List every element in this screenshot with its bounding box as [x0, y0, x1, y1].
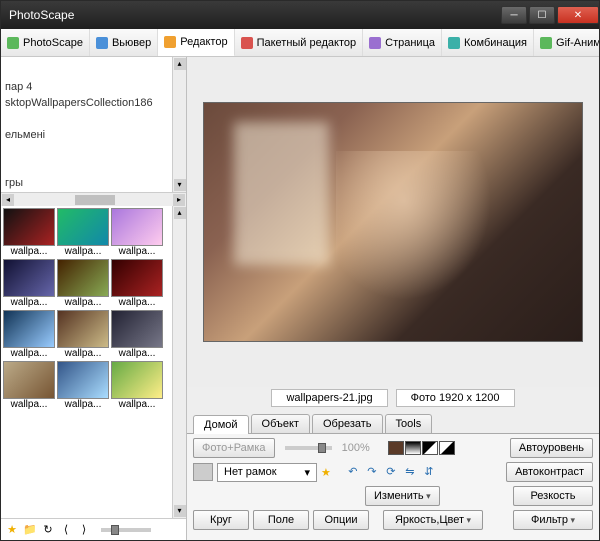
filter-button[interactable]: Фильтр: [513, 510, 593, 530]
field-button[interactable]: Поле: [253, 510, 309, 530]
swatch-contrast[interactable]: [422, 441, 438, 455]
thumbnail[interactable]: wallpa...: [111, 361, 163, 410]
swatch-invert[interactable]: [439, 441, 455, 455]
thumbnail[interactable]: wallpa...: [57, 208, 109, 257]
tree-item[interactable]: sktopWallpapersCollection186: [5, 95, 182, 111]
subtab-home[interactable]: Домой: [193, 415, 249, 434]
folder-icon[interactable]: 📁: [23, 523, 37, 537]
tree-item[interactable]: гры: [5, 175, 182, 191]
hscroll-thumb[interactable]: [75, 195, 115, 205]
sidebar: пар 4 sktopWallpapersCollection186 ельме…: [1, 57, 187, 540]
favorite-icon[interactable]: ★: [321, 466, 331, 479]
rotate-icon[interactable]: ⟳: [383, 465, 399, 479]
thumbnail[interactable]: wallpa...: [111, 208, 163, 257]
combine-icon: [448, 37, 460, 49]
transform-icons: ↶ ↷ ⟳ ⇋ ⇵: [345, 465, 437, 479]
photo-preview: [203, 102, 583, 342]
tab-editor[interactable]: Редактор: [158, 29, 234, 57]
tab-photoscape[interactable]: PhotoScape: [1, 29, 90, 56]
next-icon[interactable]: ⟩: [77, 523, 91, 537]
frame-select[interactable]: Нет рамок▾: [217, 463, 317, 482]
thumbnail[interactable]: wallpa...: [57, 361, 109, 410]
canvas[interactable]: [187, 57, 599, 387]
opacity-value: 100%: [342, 442, 370, 454]
tab-viewer[interactable]: Вьювер: [90, 29, 158, 56]
chevron-down-icon: ▾: [304, 466, 310, 479]
titlebar: PhotoScape ─ ☐ ✕: [1, 1, 599, 29]
main-tabbar: PhotoScape Вьювер Редактор Пакетный реда…: [1, 29, 599, 57]
resize-button[interactable]: Изменить: [365, 486, 440, 506]
sharpen-button[interactable]: Резкость: [513, 486, 593, 506]
viewer-icon: [96, 37, 108, 49]
preset-swatches: [388, 441, 455, 455]
main-area: wallpapers-21.jpg Фото 1920 x 1200 Домой…: [187, 57, 599, 540]
star-icon[interactable]: ★: [5, 523, 19, 537]
close-button[interactable]: ✕: [557, 6, 599, 24]
file-info-row: wallpapers-21.jpg Фото 1920 x 1200: [187, 387, 599, 409]
thumbnail[interactable]: wallpa...: [57, 310, 109, 359]
maximize-button[interactable]: ☐: [529, 6, 555, 24]
filename-label: wallpapers-21.jpg: [271, 389, 387, 407]
thumbnail[interactable]: wallpa...: [111, 259, 163, 308]
page-icon: [369, 37, 381, 49]
thumb-size-slider[interactable]: [101, 528, 151, 532]
scroll-up-icon[interactable]: ▴: [174, 58, 186, 70]
flip-v-icon[interactable]: ⇵: [421, 465, 437, 479]
swatch-bw[interactable]: [405, 441, 421, 455]
subtab-tools[interactable]: Tools: [385, 414, 433, 433]
swatch-sepia[interactable]: [388, 441, 404, 455]
options-button[interactable]: Опции: [313, 510, 369, 530]
scroll-right-icon[interactable]: ▸: [173, 194, 185, 206]
tree-vscroll[interactable]: ▴ ▾: [172, 57, 186, 192]
dimensions-label: Фото 1920 x 1200: [396, 389, 515, 407]
scroll-left-icon[interactable]: ◂: [2, 194, 14, 206]
batch-icon: [241, 37, 253, 49]
frame-preview: [193, 463, 213, 481]
thumbnail[interactable]: wallpa...: [57, 259, 109, 308]
brightness-color-button[interactable]: Яркость,Цвет: [383, 510, 483, 530]
tab-gif[interactable]: Gif-Анимация: [534, 29, 599, 56]
sidebar-toolbar: ★ 📁 ↻ ⟨ ⟩: [1, 518, 186, 540]
refresh-icon[interactable]: ↻: [41, 523, 55, 537]
circle-button[interactable]: Круг: [193, 510, 249, 530]
thumbs-vscroll[interactable]: ▴ ▾: [172, 206, 186, 518]
thumbnail[interactable]: wallpa...: [3, 259, 55, 308]
folder-tree[interactable]: пар 4 sktopWallpapersCollection186 ельме…: [1, 57, 186, 192]
editor-subtabs: Домой Объект Обрезать Tools: [187, 409, 599, 433]
minimize-button[interactable]: ─: [501, 6, 527, 24]
tab-page[interactable]: Страница: [363, 29, 442, 56]
autolevel-button[interactable]: Автоуровень: [510, 438, 593, 458]
editor-icon: [164, 36, 176, 48]
prev-icon[interactable]: ⟨: [59, 523, 73, 537]
subtab-crop[interactable]: Обрезать: [312, 414, 383, 433]
tree-item[interactable]: пар 4: [5, 79, 182, 95]
thumbnail[interactable]: wallpa...: [3, 310, 55, 359]
flip-h-icon[interactable]: ⇋: [402, 465, 418, 479]
rotate-cw-icon[interactable]: ↷: [364, 465, 380, 479]
tab-batch[interactable]: Пакетный редактор: [235, 29, 364, 56]
scroll-down-icon[interactable]: ▾: [174, 179, 186, 191]
tree-item[interactable]: ельмені: [5, 127, 182, 143]
scroll-up-icon[interactable]: ▴: [174, 207, 186, 219]
tab-combine[interactable]: Комбинация: [442, 29, 534, 56]
thumbnail[interactable]: wallpa...: [3, 361, 55, 410]
photo-frame-button[interactable]: Фото+Рамка: [193, 438, 275, 458]
opacity-slider[interactable]: [285, 446, 332, 450]
editor-panel: Фото+Рамка 100% Автоуровень Нет рамок▾: [187, 433, 599, 540]
thumbnail[interactable]: wallpa...: [3, 208, 55, 257]
app-title: PhotoScape: [9, 8, 499, 22]
rotate-ccw-icon[interactable]: ↶: [345, 465, 361, 479]
scroll-down-icon[interactable]: ▾: [174, 505, 186, 517]
gif-icon: [540, 37, 552, 49]
photoscape-icon: [7, 37, 19, 49]
thumbnail-panel: wallpa... wallpa... wallpa... wallpa... …: [1, 206, 186, 518]
tree-hscroll[interactable]: ◂ ▸: [1, 192, 186, 206]
subtab-object[interactable]: Объект: [251, 414, 310, 433]
thumbnail[interactable]: wallpa...: [111, 310, 163, 359]
autocontrast-button[interactable]: Автоконтраст: [506, 462, 593, 482]
